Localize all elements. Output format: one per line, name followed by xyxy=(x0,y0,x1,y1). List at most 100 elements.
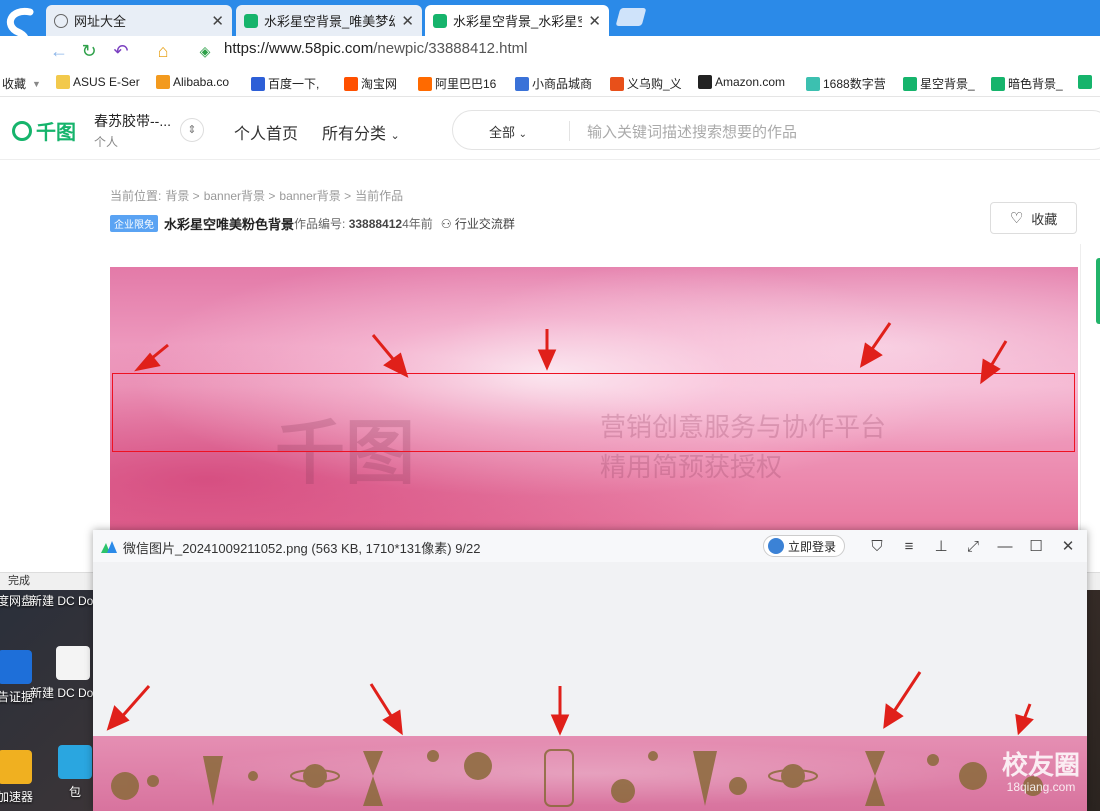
bookmark-amazon[interactable]: Amazon.com xyxy=(698,75,785,89)
qiantu-logo-icon xyxy=(12,120,32,141)
bookmark-label: 星空背景_ xyxy=(920,77,975,91)
checkbox-icon xyxy=(515,76,529,91)
work-title-row: 企业限免 水彩星空唯美粉色背景 作品编号: 338884124年前 ⚇ 行业交流… xyxy=(110,214,515,233)
bookmark-favorites[interactable]: 收藏 ▼ xyxy=(2,75,41,92)
document-icon xyxy=(56,646,90,680)
tab-bar: 网址大全 ✕ 水彩星空背景_唯美梦幻 ✕ 水彩星空背景_水彩星空 ✕ xyxy=(0,0,1100,55)
desktop-icon-label: 包 xyxy=(68,785,81,799)
arrow-annotation xyxy=(889,671,922,717)
bookmark-label: 百度一下, xyxy=(268,77,320,91)
switch-account-icon[interactable]: ⇕ xyxy=(180,118,204,142)
bookmark-label: 1688数字营 xyxy=(823,77,886,91)
annotation-arrows xyxy=(134,322,1008,385)
user-name[interactable]: 春苏胶带--... xyxy=(94,111,171,131)
breadcrumb-item[interactable]: banner背景 > xyxy=(279,189,351,203)
chevron-down-icon: ⌄ xyxy=(390,130,400,142)
bookmark-1688[interactable]: 阿里巴巴16 xyxy=(418,75,496,92)
close-icon[interactable]: ✕ xyxy=(211,12,224,30)
bookmark-label: 小商品城商 xyxy=(532,77,593,91)
industry-group-link[interactable]: ⚇ 行业交流群 xyxy=(441,215,515,232)
divider xyxy=(569,121,570,141)
nav-all-categories[interactable]: 所有分类 ⌄ xyxy=(322,120,400,144)
alibaba-1688-icon xyxy=(418,76,432,91)
bookmark-label: 收藏 xyxy=(2,77,27,91)
group-label: 行业交流群 xyxy=(454,217,515,231)
bookmark-label: 淘宝网 xyxy=(361,77,398,91)
work-number-label: 作品编号: xyxy=(294,217,349,231)
watermark-url: 18qiang.com xyxy=(1006,780,1076,794)
breadcrumb: 当前位置: 背景 > banner背景 > banner背景 > 当前作品 xyxy=(110,187,407,204)
qiantu-favicon-icon xyxy=(903,76,917,91)
close-icon[interactable]: ✕ xyxy=(401,12,414,30)
tab-watercolor-2[interactable]: 水彩星空背景_水彩星空 ✕ xyxy=(425,5,609,36)
bookmark-starry[interactable]: 星空背景_ xyxy=(903,75,975,92)
arrow-head xyxy=(1015,713,1034,736)
search-category-select[interactable]: 全部 ⌄ xyxy=(489,122,527,141)
bookmark-label: 暗色背景_ xyxy=(1008,77,1063,91)
alibaba-icon xyxy=(156,75,170,89)
back-arrow-icon[interactable]: ← xyxy=(48,40,70,62)
url-path: /newpic/33888412.html xyxy=(373,40,528,57)
desktop-icon-label: 加速器 xyxy=(0,790,33,804)
arrow-head xyxy=(980,358,1001,385)
site-logo[interactable]: 千图 xyxy=(12,116,76,145)
bookmark-taobao[interactable]: 淘宝网 xyxy=(344,75,397,92)
home-icon[interactable]: ⌂ xyxy=(152,40,174,62)
person-icon: ⚇ xyxy=(440,217,452,231)
bookmark-1688-digital[interactable]: 1688数字营 xyxy=(806,75,886,92)
bookmark-baidu[interactable]: 百度一下, xyxy=(251,75,319,92)
search-category-label: 全部 xyxy=(489,125,516,140)
bookmark-dark[interactable]: 暗色背景_ xyxy=(991,75,1063,92)
favorite-button[interactable]: ♡ 收藏 xyxy=(990,202,1077,234)
sidebar-green-tab[interactable] xyxy=(1096,258,1100,324)
butterfly-icon xyxy=(806,76,820,91)
search-input[interactable]: 输入关键词描述搜索想要的作品 xyxy=(587,121,797,142)
close-icon[interactable]: ✕ xyxy=(588,12,601,30)
refresh-icon[interactable]: ↻ xyxy=(78,40,100,62)
status-text: 完成 xyxy=(8,575,30,587)
work-number-value: 33888412 xyxy=(348,217,403,231)
baidu-paw-icon xyxy=(251,76,265,91)
bookmark-asus[interactable]: ASUS E-Ser xyxy=(56,75,140,89)
tab-title: 水彩星空背景_水彩星空 xyxy=(453,14,583,29)
site-watermark: 校友圈 18qiang.com xyxy=(1002,745,1080,794)
shield-icon xyxy=(0,750,32,784)
secure-shield-icon[interactable]: ◈ xyxy=(194,40,216,62)
web-page: 千图 春苏胶带--... 个人 ⇕ 个人首页 所有分类 ⌄ 全部 ⌄ 输入关键词… xyxy=(0,98,1100,573)
tab-watercolor-1[interactable]: 水彩星空背景_唯美梦幻 ✕ xyxy=(236,5,422,36)
bookmark-label: Alibaba.co xyxy=(173,75,230,89)
bookmark-commodity-city[interactable]: 小商品城商 xyxy=(515,75,592,92)
bookmark-label: ASUS E-Ser xyxy=(73,75,140,89)
tab-title: 网址大全 xyxy=(74,14,127,29)
work-number: 作品编号: 338884124年前 xyxy=(294,215,433,232)
breadcrumb-label: 当前位置: xyxy=(110,189,162,203)
work-preview-image[interactable]: 千图 营销创意服务与协作平台 精用简预获授权 xyxy=(110,267,1078,532)
address-bar[interactable]: https://www.58pic.com/newpic/33888412.ht… xyxy=(224,40,528,57)
tab-url-directory[interactable]: 网址大全 ✕ xyxy=(46,5,232,36)
bookmark-alibaba[interactable]: Alibaba.co xyxy=(156,75,229,89)
arrow-head xyxy=(382,709,403,736)
bookmark-overflow[interactable] xyxy=(1078,75,1095,89)
image-viewer-window: 微信图片_20241009211052.png (563 KB, 1710*13… xyxy=(93,530,1087,811)
nav-label: 所有分类 xyxy=(322,126,387,143)
qiantu-favicon-icon xyxy=(433,13,447,28)
globe-icon xyxy=(54,13,68,28)
bookmark-label: Amazon.com xyxy=(715,75,786,89)
breadcrumb-item[interactable]: banner背景 > xyxy=(204,189,276,203)
undo-icon[interactable]: ↶ xyxy=(110,40,132,62)
chevron-down-icon: ⌄ xyxy=(518,129,528,140)
zip-archive-icon xyxy=(58,745,92,779)
qiantu-favicon-icon xyxy=(1078,75,1092,89)
qiantu-favicon-icon xyxy=(991,76,1005,91)
arrow-head xyxy=(537,349,557,371)
work-time: 4年前 xyxy=(402,217,433,231)
bookmark-label: 阿里巴巴16 xyxy=(435,77,497,91)
nav-personal-home[interactable]: 个人首页 xyxy=(234,120,298,144)
arrow-head xyxy=(106,705,130,731)
arrow-head xyxy=(883,703,904,729)
breadcrumb-item[interactable]: 背景 > xyxy=(165,189,199,203)
bookmark-yiwugo[interactable]: 义乌购_义 xyxy=(610,75,682,92)
amazon-icon xyxy=(698,75,712,89)
watermark-text: 校友圈 xyxy=(1002,750,1081,780)
new-tab-button[interactable] xyxy=(615,8,647,26)
